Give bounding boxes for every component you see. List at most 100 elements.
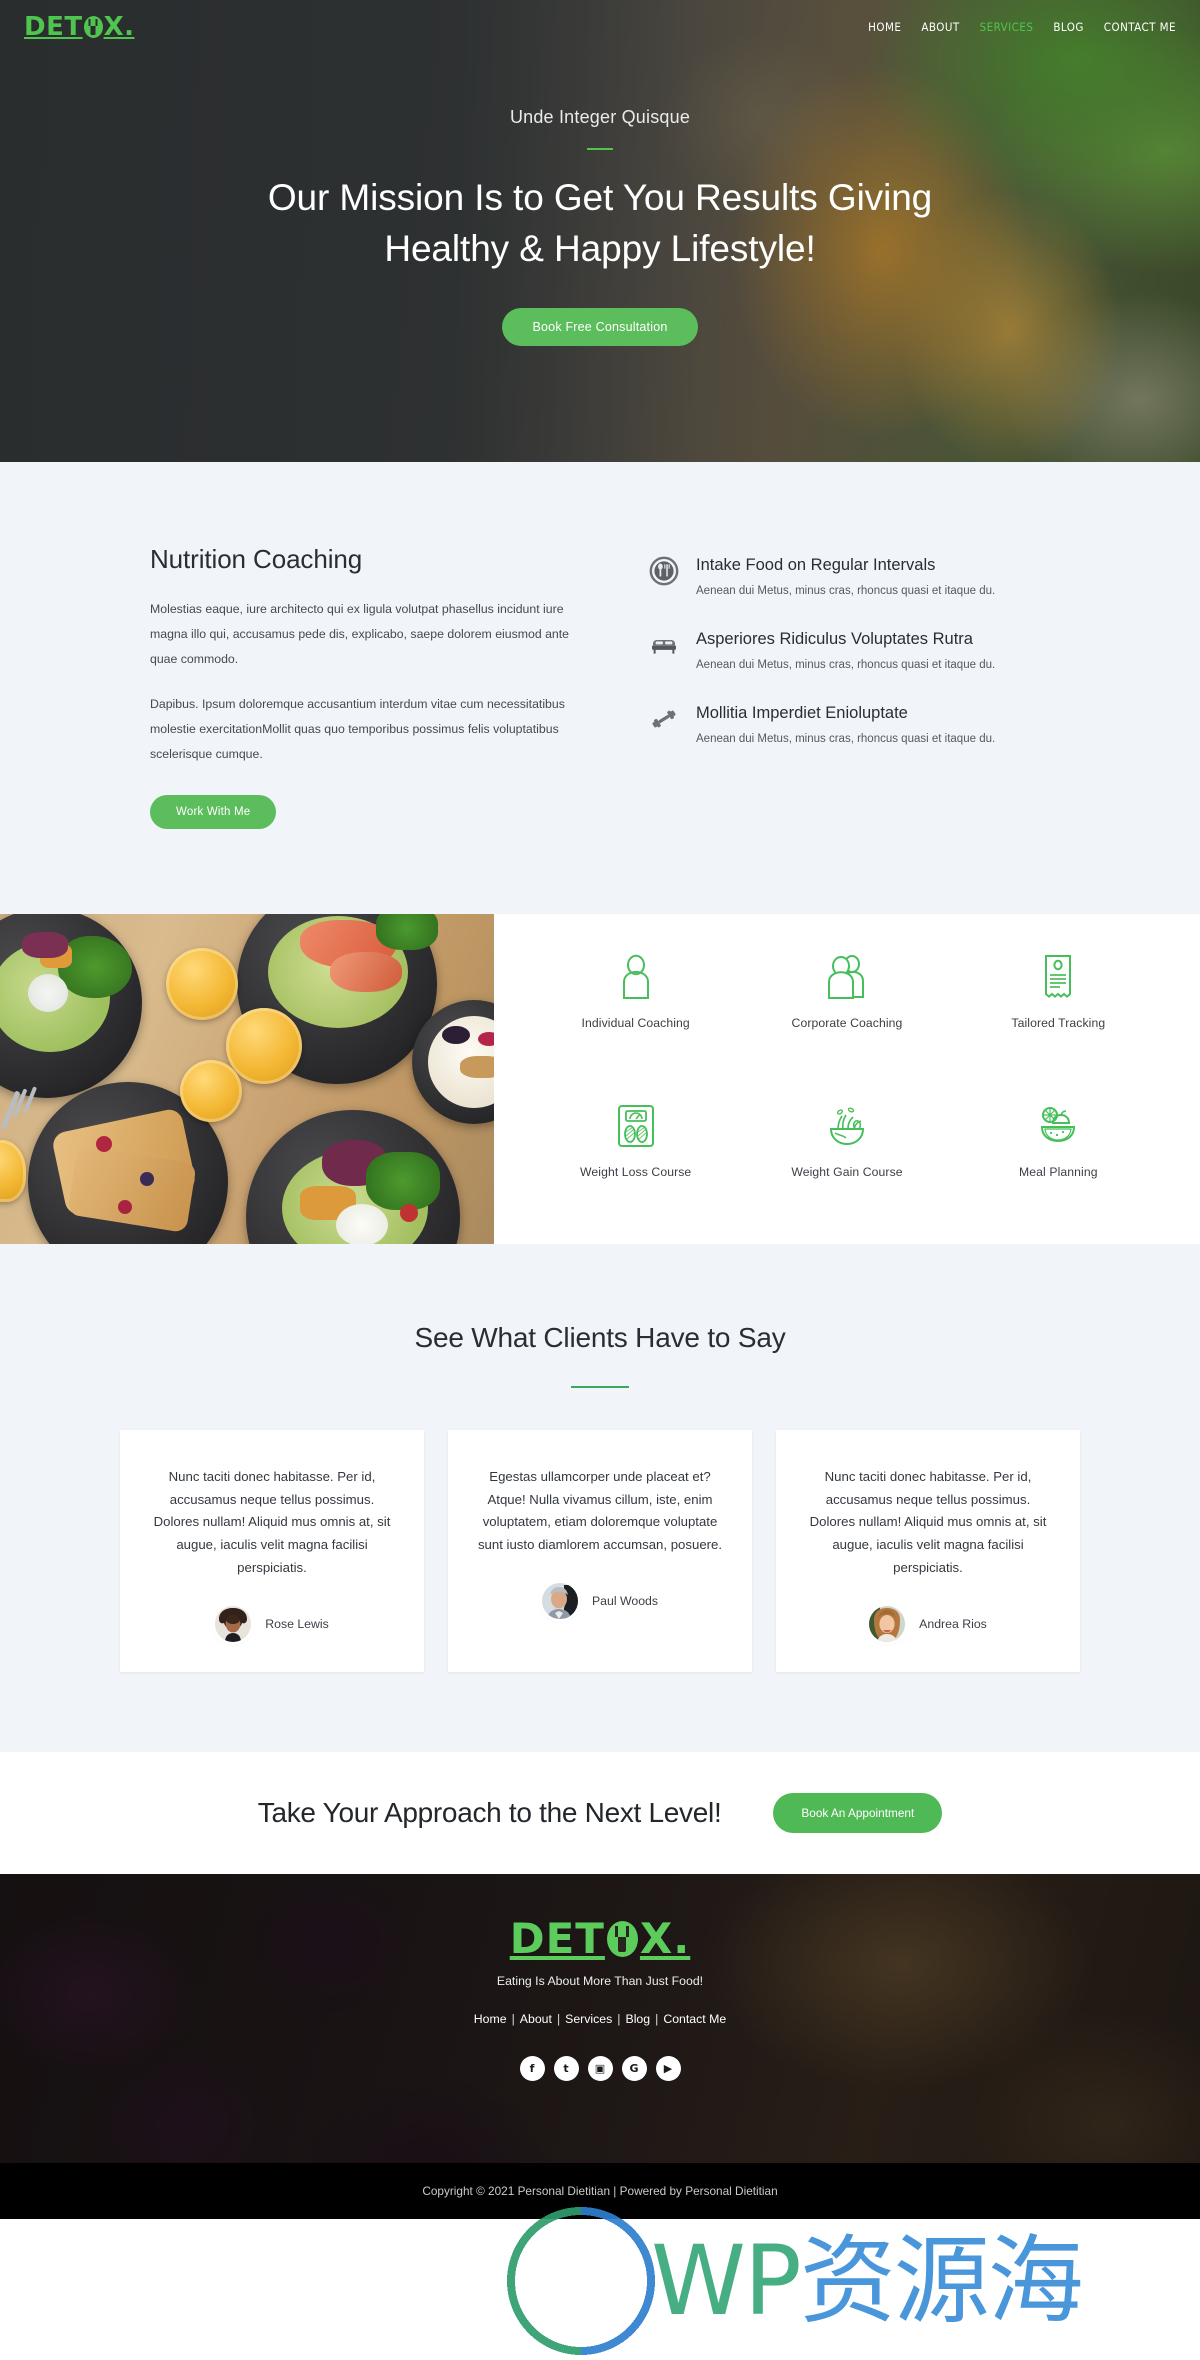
- nav-item-blog[interactable]: BLOG: [1053, 20, 1083, 34]
- book-an-appointment-button[interactable]: Book An Appointment: [773, 1793, 943, 1833]
- nav-links: HOME ABOUT SERVICES BLOG CONTACT ME: [868, 20, 1176, 34]
- site-footer: DET X. Eating Is About More Than Just Fo…: [0, 1874, 1200, 2219]
- testimonial-quote: Nunc taciti donec habitasse. Per id, acc…: [153, 1469, 391, 1575]
- coaching-paragraph-1: Molestias eaque, iure architecto qui ex …: [150, 602, 570, 667]
- logo-text-part1: DET: [24, 12, 83, 42]
- watermark-latin-text: WP: [651, 2225, 802, 2337]
- bed-icon: [648, 630, 680, 662]
- logo-text-part2: X.: [103, 12, 135, 42]
- main-navbar: DET X. HOME ABOUT SERVICES BLOG CONTACT …: [0, 0, 1200, 54]
- avatar: [869, 1605, 906, 1642]
- coaching-feature-list: Intake Food on Regular Intervals Aenean …: [648, 544, 1050, 829]
- wordpress-w-glyph: W: [505, 2205, 657, 2357]
- feature-item: Intake Food on Regular Intervals Aenean …: [648, 556, 1050, 600]
- footer-logo[interactable]: DET X.: [510, 1918, 691, 1960]
- fork-in-circle-icon: [83, 16, 103, 38]
- copyright-text: Copyright © 2021 Personal Dietitian | Po…: [422, 2184, 778, 2198]
- youtube-icon[interactable]: ▶: [655, 2056, 681, 2081]
- service-label: Weight Loss Course: [580, 1165, 692, 1179]
- nav-item-services[interactable]: SERVICES: [980, 20, 1034, 34]
- footer-nav-home[interactable]: Home: [474, 2012, 507, 2026]
- hero-eyebrow: Unde Integer Quisque: [509, 107, 691, 127]
- testimonial-author: Paul Woods: [474, 1582, 726, 1619]
- service-label: Corporate Coaching: [791, 1016, 903, 1030]
- service-item-meal-planning[interactable]: Meal Planning: [953, 1085, 1164, 1234]
- services-section: Individual Coaching Corporate Coaching T…: [0, 914, 1200, 1244]
- footer-nav-about[interactable]: About: [520, 2012, 552, 2026]
- service-item-weight-gain-course[interactable]: Weight Gain Course: [741, 1085, 952, 1234]
- footer-nav-contact-me[interactable]: Contact Me: [663, 2012, 726, 2026]
- testimonial-author: Andrea Rios: [802, 1605, 1054, 1642]
- salad-bowl-icon: [824, 1099, 870, 1153]
- service-label: Weight Gain Course: [791, 1165, 903, 1179]
- footer-social-links: f t ▣ G ▶: [0, 2056, 1200, 2081]
- avatar: [215, 1605, 252, 1642]
- footer-nav-blog[interactable]: Blog: [626, 2012, 651, 2026]
- feature-description: Aenean dui Metus, minus cras, rhoncus qu…: [696, 584, 996, 597]
- testimonial-name: Rose Lewis: [265, 1616, 329, 1631]
- footer-nav-separator: |: [556, 2012, 561, 2026]
- footer-logo-part2: X.: [639, 1914, 691, 1963]
- nutrition-coaching-section: Nutrition Coaching Molestias eaque, iure…: [0, 462, 1200, 914]
- hero-divider: [587, 148, 613, 150]
- service-label: Meal Planning: [1019, 1165, 1098, 1179]
- plate-fork-spoon-icon: [648, 556, 680, 588]
- cta-band: Take Your Approach to the Next Level! Bo…: [0, 1752, 1200, 1874]
- footer-nav-services[interactable]: Services: [565, 2012, 612, 2026]
- service-item-weight-loss-course[interactable]: Weight Loss Course: [530, 1085, 741, 1234]
- work-with-me-button[interactable]: Work With Me: [150, 795, 277, 830]
- fruit-plate-icon: [1035, 1099, 1081, 1153]
- footer-nav: Home | About | Services | Blog | Contact Me: [0, 2012, 1200, 2026]
- testimonials-section: See What Clients Have to Say Nunc taciti…: [0, 1244, 1200, 1752]
- site-logo[interactable]: DET X.: [24, 14, 135, 40]
- footer-nav-separator: |: [511, 2012, 515, 2026]
- hero-title-line-2: Healthy & Happy Lifestyle!: [384, 228, 816, 270]
- single-person-icon: [616, 950, 656, 1004]
- testimonial-card: Egestas ullamcorper unde placeat et? Atq…: [448, 1430, 752, 1672]
- feature-title: Intake Food on Regular Intervals: [696, 556, 936, 574]
- footer-content: DET X. Eating Is About More Than Just Fo…: [0, 1874, 1200, 2081]
- cta-heading: Take Your Approach to the Next Level!: [257, 1797, 722, 1828]
- hero-section: DET X. HOME ABOUT SERVICES BLOG CONTACT …: [0, 0, 1200, 462]
- weight-scale-icon: [615, 1099, 657, 1153]
- testimonial-name: Paul Woods: [591, 1593, 659, 1608]
- wp-resource-sea-watermark: W WP 资源海: [505, 2205, 1084, 2357]
- nav-item-about[interactable]: ABOUT: [921, 20, 959, 34]
- feature-description: Aenean dui Metus, minus cras, rhoncus qu…: [696, 658, 996, 671]
- google-icon[interactable]: G: [621, 2056, 647, 2081]
- nav-item-contact-me[interactable]: CONTACT ME: [1104, 20, 1176, 34]
- wordpress-logo-icon: W: [505, 2205, 657, 2357]
- service-item-tailored-tracking[interactable]: Tailored Tracking: [953, 936, 1164, 1085]
- two-people-icon: [824, 950, 870, 1004]
- testimonials-cards: Nunc taciti donec habitasse. Per id, acc…: [0, 1430, 1200, 1672]
- copyright-bar: Copyright © 2021 Personal Dietitian | Po…: [0, 2163, 1200, 2219]
- testimonial-quote: Egestas ullamcorper unde placeat et? Atq…: [477, 1469, 723, 1553]
- feature-title: Mollitia Imperdiet Enioluptate: [696, 704, 908, 723]
- coaching-paragraph-2: Dapibus. Ipsum doloremque accusantium in…: [150, 696, 565, 762]
- footer-tagline: Eating Is About More Than Just Food!: [496, 1974, 704, 1988]
- testimonials-heading: See What Clients Have to Say: [414, 1322, 786, 1353]
- nav-item-home[interactable]: HOME: [868, 20, 901, 34]
- service-label: Tailored Tracking: [1011, 1016, 1106, 1030]
- feature-item: Asperiores Ridiculus Voluptates Rutra Ae…: [648, 630, 1050, 674]
- testimonial-name: Andrea Rios: [919, 1616, 987, 1631]
- service-item-corporate-coaching[interactable]: Corporate Coaching: [741, 936, 952, 1085]
- avatar: [541, 1582, 578, 1619]
- instagram-icon[interactable]: ▣: [587, 2056, 613, 2081]
- feature-title: Asperiores Ridiculus Voluptates Rutra: [696, 630, 973, 649]
- hero-title-line-1: Our Mission Is to Get You Results Giving: [267, 177, 933, 218]
- testimonial-author: Rose Lewis: [146, 1605, 398, 1642]
- book-free-consultation-button[interactable]: Book Free Consultation: [502, 308, 698, 347]
- testimonial-card: Nunc taciti donec habitasse. Per id, acc…: [120, 1430, 424, 1672]
- hero-title: Our Mission Is to Get You Results Giving…: [0, 172, 1200, 274]
- footer-nav-separator: |: [655, 2012, 659, 2026]
- footer-logo-part1: DET: [509, 1914, 605, 1963]
- twitter-icon[interactable]: t: [553, 2056, 579, 2081]
- receipt-checklist-icon: [1041, 950, 1075, 1004]
- feature-item: Mollitia Imperdiet Enioluptate Aenean du…: [648, 704, 1050, 748]
- coaching-text-column: Nutrition Coaching Molestias eaque, iure…: [150, 544, 580, 830]
- dumbbell-icon: [648, 704, 680, 736]
- service-item-individual-coaching[interactable]: Individual Coaching: [530, 936, 741, 1085]
- facebook-icon[interactable]: f: [519, 2056, 545, 2081]
- testimonial-quote: Nunc taciti donec habitasse. Per id, acc…: [809, 1469, 1047, 1575]
